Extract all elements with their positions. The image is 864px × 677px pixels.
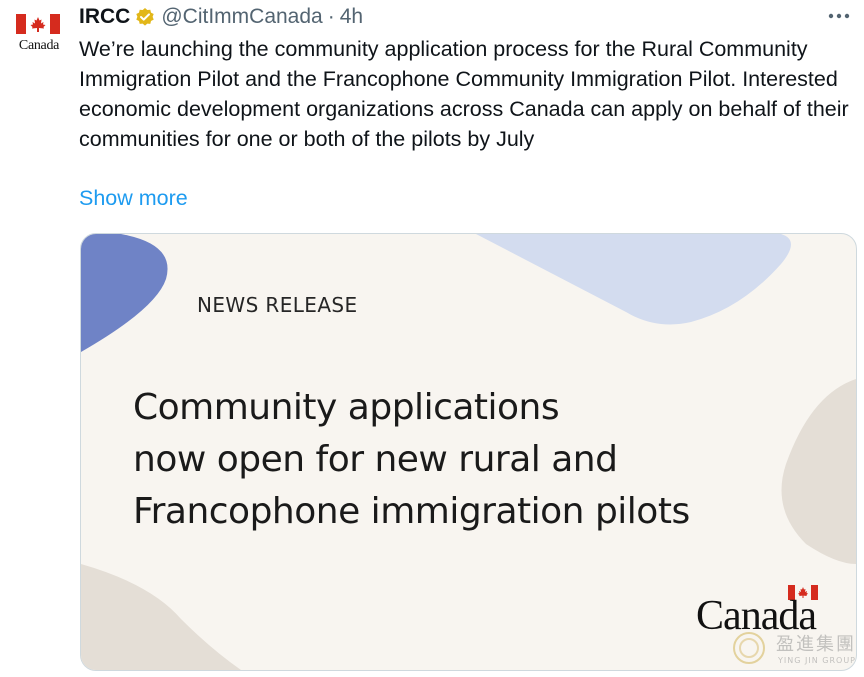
- avatar[interactable]: Canada: [14, 12, 64, 56]
- verified-badge-icon[interactable]: [135, 7, 155, 27]
- headline-line: Francophone immigration pilots: [133, 491, 690, 532]
- show-more-link[interactable]: Show more: [79, 183, 188, 213]
- watermark-en: YING JIN GROUP: [778, 656, 856, 665]
- separator-dot: ·: [327, 5, 335, 28]
- media-card[interactable]: NEWS RELEASE Community applications now …: [80, 233, 857, 671]
- more-horizontal-icon[interactable]: [826, 8, 852, 24]
- watermark-cn: 盈進集團: [776, 634, 856, 655]
- account-handle[interactable]: @CitImmCanada: [161, 5, 322, 29]
- lightblue-triangle-shape: [476, 234, 791, 325]
- display-name[interactable]: IRCC: [79, 5, 130, 29]
- blue-corner-shape: [81, 234, 168, 352]
- headline-line: now open for new rural and: [133, 439, 618, 480]
- tweet-text: We’re launching the community applicatio…: [79, 37, 849, 151]
- tweet-header: IRCC @CitImmCanada · 4h: [79, 2, 363, 32]
- headline-line: Community applications: [133, 387, 560, 428]
- timestamp[interactable]: 4h: [340, 5, 363, 29]
- beige-bottom-shape: [81, 564, 241, 670]
- news-release-label: NEWS RELEASE: [197, 293, 358, 317]
- beige-right-shape: [781, 379, 856, 564]
- watermark-logo-icon: [733, 632, 765, 664]
- card-headline: Community applications now open for new …: [133, 382, 773, 538]
- canada-flag-icon: [16, 14, 60, 34]
- watermark: 盈進集團 YING JIN GROUP: [776, 630, 856, 665]
- avatar-wordmark: Canada: [18, 38, 60, 53]
